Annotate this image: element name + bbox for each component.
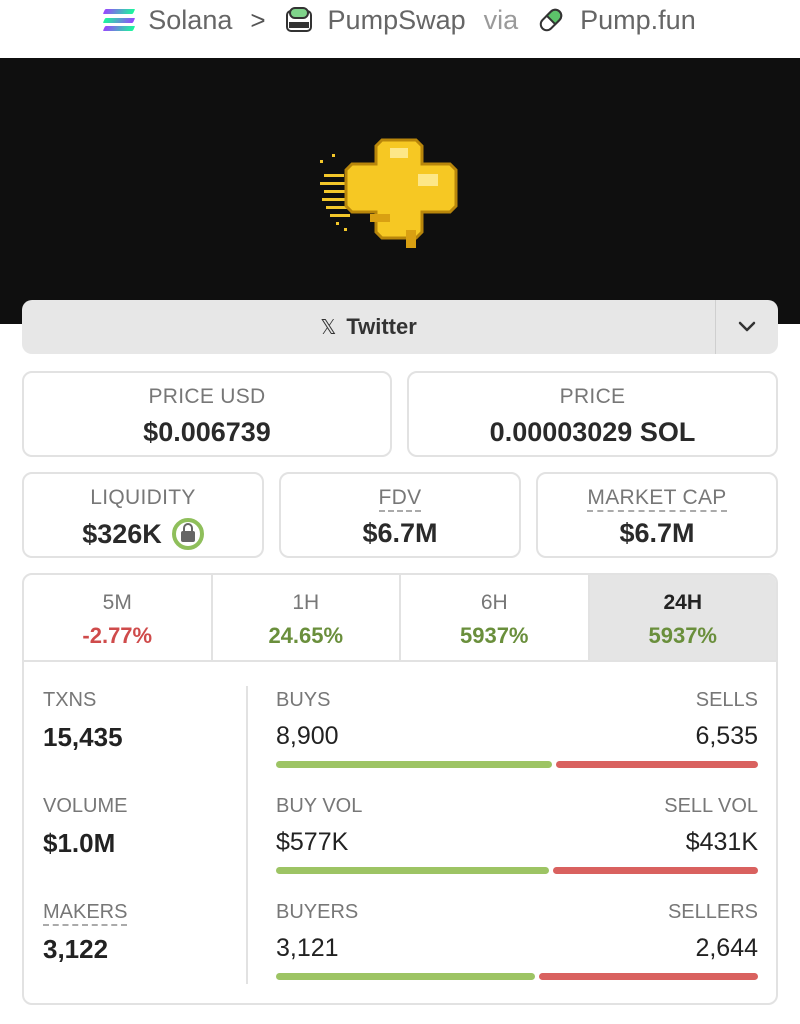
buys-label: BUYS <box>276 689 331 711</box>
divider <box>246 686 248 984</box>
fdv-value: $6.7M <box>362 518 438 548</box>
solana-icon <box>103 9 136 31</box>
sell-bar-segment <box>553 867 758 874</box>
period-tabs: 5M -2.77% 1H 24.65% 6H 5937% 24H 5937% <box>24 575 776 662</box>
pumpswap-icon <box>285 7 312 32</box>
txns-label: TXNS <box>43 689 97 711</box>
volume-split-stat: BUY VOL SELL VOL $577K $431K <box>276 795 758 874</box>
volume-value: $1.0M <box>43 828 116 858</box>
buy-bar-segment <box>276 761 552 768</box>
tab-change: 5937% <box>648 623 717 648</box>
sell-vol-value: $431K <box>685 828 758 856</box>
sell-bar-segment <box>555 761 758 768</box>
chain-link[interactable]: Solana <box>148 5 232 36</box>
price-sol-label: PRICE <box>559 385 626 408</box>
sells-label: SELLS <box>695 689 758 711</box>
sellers-value: 2,644 <box>695 934 758 962</box>
market-cap-label[interactable]: MARKET CAP <box>587 486 727 512</box>
period-stats-panel: 5M -2.77% 1H 24.65% 6H 5937% 24H 5937% T… <box>22 573 778 1005</box>
chevron-right-icon: > <box>250 4 266 35</box>
buys-sells-bar <box>276 761 758 768</box>
market-cap-value: $6.7M <box>619 518 695 548</box>
tab-change: -2.77% <box>82 623 153 648</box>
token-banner <box>0 58 800 324</box>
price-sol-value: 0.00003029 SOL <box>489 417 696 447</box>
makers-value: 3,122 <box>43 934 109 964</box>
source-link[interactable]: Pump.fun <box>580 5 696 36</box>
lock-icon[interactable] <box>171 518 204 550</box>
sell-bar-segment <box>538 973 758 980</box>
price-usd-label: PRICE USD <box>148 385 266 408</box>
buy-vol-label: BUY VOL <box>276 795 363 817</box>
tab-change: 5937% <box>459 623 529 648</box>
volume-label: VOLUME <box>43 795 128 817</box>
sellers-label: SELLERS <box>667 901 758 923</box>
buys-value: 8,900 <box>276 722 339 750</box>
tab-5m[interactable]: 5M -2.77% <box>24 575 213 660</box>
sells-value: 6,535 <box>695 722 758 750</box>
buyers-label: BUYERS <box>276 901 359 923</box>
x-icon: 𝕏 <box>320 316 337 339</box>
price-usd-box: PRICE USD $0.006739 <box>22 371 392 457</box>
dex-link[interactable]: PumpSwap <box>328 5 466 36</box>
txns-stat: TXNS 15,435 <box>43 689 123 753</box>
tab-label: 5M <box>102 591 132 614</box>
tab-1h[interactable]: 1H 24.65% <box>213 575 401 660</box>
tab-change: 24.65% <box>268 623 344 648</box>
liquidity-box: LIQUIDITY $326K <box>22 472 264 558</box>
buys-sells-stat: BUYS SELLS 8,900 6,535 <box>276 689 758 768</box>
makers-stat: MAKERS 3,122 <box>43 901 128 965</box>
breadcrumb: Solana > PumpSwap via Pump.fun <box>0 0 800 40</box>
price-usd-value: $0.006739 <box>143 417 271 447</box>
socials-dropdown-button[interactable] <box>715 300 778 354</box>
tab-24h[interactable]: 24H 5937% <box>589 575 776 660</box>
buyers-sellers-stat: BUYERS SELLERS 3,121 2,644 <box>276 901 758 980</box>
tab-label: 24H <box>663 591 703 614</box>
market-cap-box: MARKET CAP $6.7M <box>536 472 778 558</box>
buy-bar-segment <box>276 867 550 874</box>
via-text: via <box>483 4 519 35</box>
liquidity-value: $326K <box>82 518 162 549</box>
buy-bar-segment <box>276 973 535 980</box>
fdv-label[interactable]: FDV <box>378 486 422 512</box>
token-logo-icon <box>320 138 458 248</box>
buyers-value: 3,121 <box>276 934 339 962</box>
buy-vol-value: $577K <box>276 828 349 856</box>
twitter-button[interactable]: 𝕏 Twitter <box>22 300 715 354</box>
chevron-down-icon <box>738 321 756 332</box>
social-bar: 𝕏 Twitter <box>22 300 778 354</box>
price-sol-box: PRICE 0.00003029 SOL <box>407 371 778 457</box>
volume-bar <box>276 867 758 874</box>
volume-stat: VOLUME $1.0M <box>43 795 127 859</box>
txns-value: 15,435 <box>43 722 123 752</box>
makers-label[interactable]: MAKERS <box>43 901 128 926</box>
sell-vol-label: SELL VOL <box>664 795 758 817</box>
twitter-label: Twitter <box>346 314 417 339</box>
tab-label: 1H <box>292 591 320 614</box>
stats-grid: TXNS 15,435 VOLUME $1.0M MAKERS 3,122 BU… <box>24 662 776 1003</box>
makers-bar <box>276 973 758 980</box>
liquidity-label: LIQUIDITY <box>90 486 196 509</box>
pill-icon <box>539 8 563 32</box>
fdv-box: FDV $6.7M <box>279 472 521 558</box>
tab-6h[interactable]: 6H 5937% <box>401 575 590 660</box>
tab-label: 6H <box>480 591 508 614</box>
